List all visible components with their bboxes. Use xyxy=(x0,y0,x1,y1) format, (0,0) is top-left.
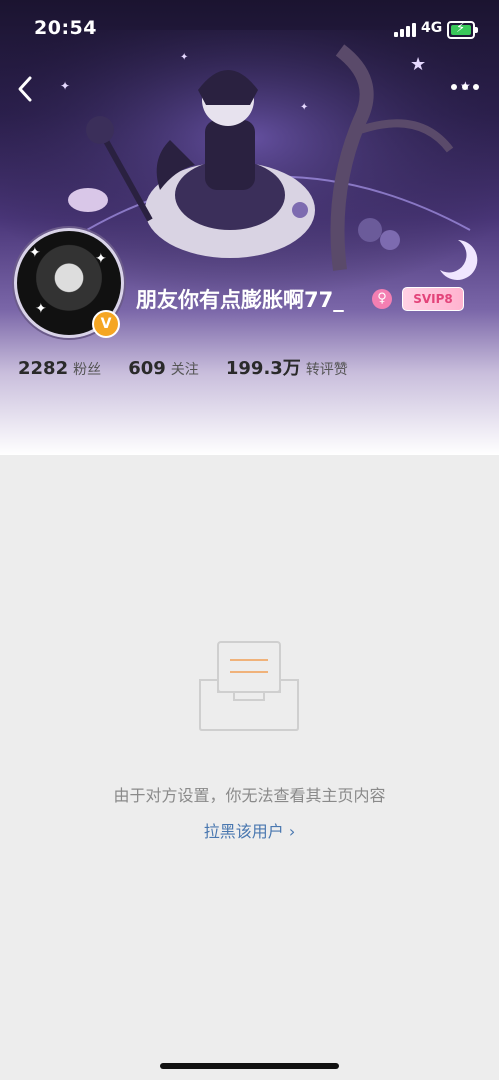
status-time: 20:54 xyxy=(34,17,97,39)
stat-following[interactable]: 609 关注 xyxy=(128,358,199,379)
stat-interactions[interactable]: 199.3万 转评赞 xyxy=(226,354,348,380)
more-horizontal-icon xyxy=(451,84,479,90)
sparkle-icon: ✦ xyxy=(29,245,41,261)
sparkle-icon: ✦ xyxy=(95,251,107,267)
back-button[interactable] xyxy=(12,72,40,106)
stat-followers[interactable]: 2282 粉丝 xyxy=(18,358,101,379)
username: 朋友你有点膨胀啊77_ xyxy=(136,288,344,312)
sparkle-icon: ✦ xyxy=(35,301,47,317)
svg-text:✦: ✦ xyxy=(300,102,308,113)
empty-inbox-icon xyxy=(199,641,299,731)
vip-badge[interactable]: SVIP8 xyxy=(402,287,464,311)
profile-header: ★ ★ ✦ ✦ ✦ 20:54 4G ⚡ xyxy=(0,0,499,455)
svg-text:✦: ✦ xyxy=(60,79,70,93)
profile-stats: 2282 粉丝 609 关注 199.3万 转评赞 xyxy=(18,354,370,380)
network-type: 4G xyxy=(421,20,443,36)
chevron-left-icon xyxy=(18,76,32,102)
battery-icon: ⚡ xyxy=(447,21,478,39)
female-icon: ♀ xyxy=(372,289,392,309)
home-indicator[interactable] xyxy=(160,1063,339,1069)
status-bar: 20:54 4G ⚡ xyxy=(0,0,499,58)
signal-icon xyxy=(394,22,416,37)
more-button[interactable] xyxy=(448,76,482,98)
restricted-message: 由于对方设置，你无法查看其主页内容 xyxy=(113,786,386,805)
block-user-link[interactable]: 拉黑该用户 › xyxy=(0,818,499,842)
verified-badge: V xyxy=(92,310,120,338)
